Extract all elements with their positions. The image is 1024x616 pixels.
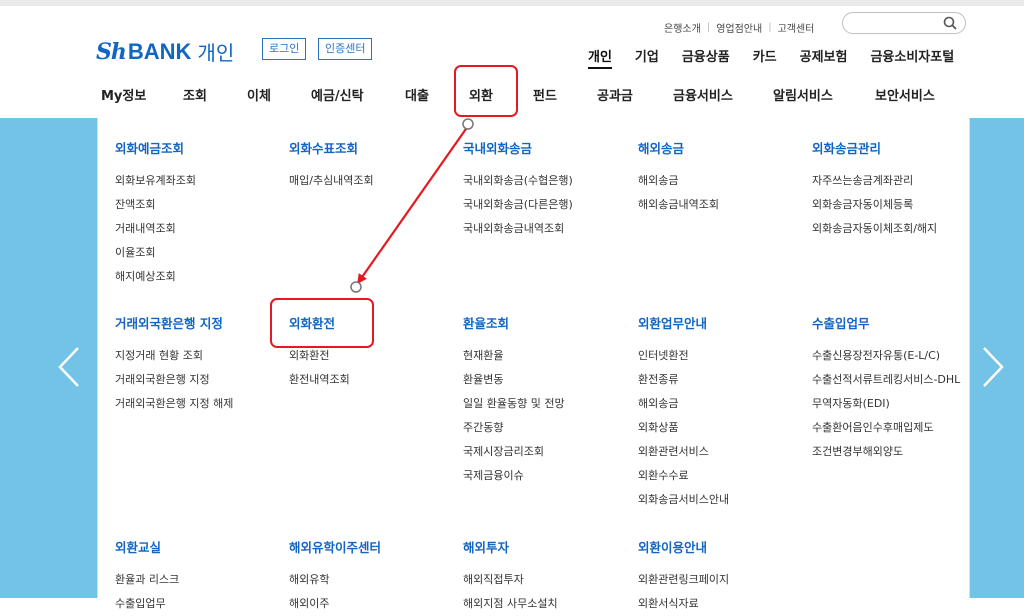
annotation-arrow bbox=[350, 118, 474, 293]
